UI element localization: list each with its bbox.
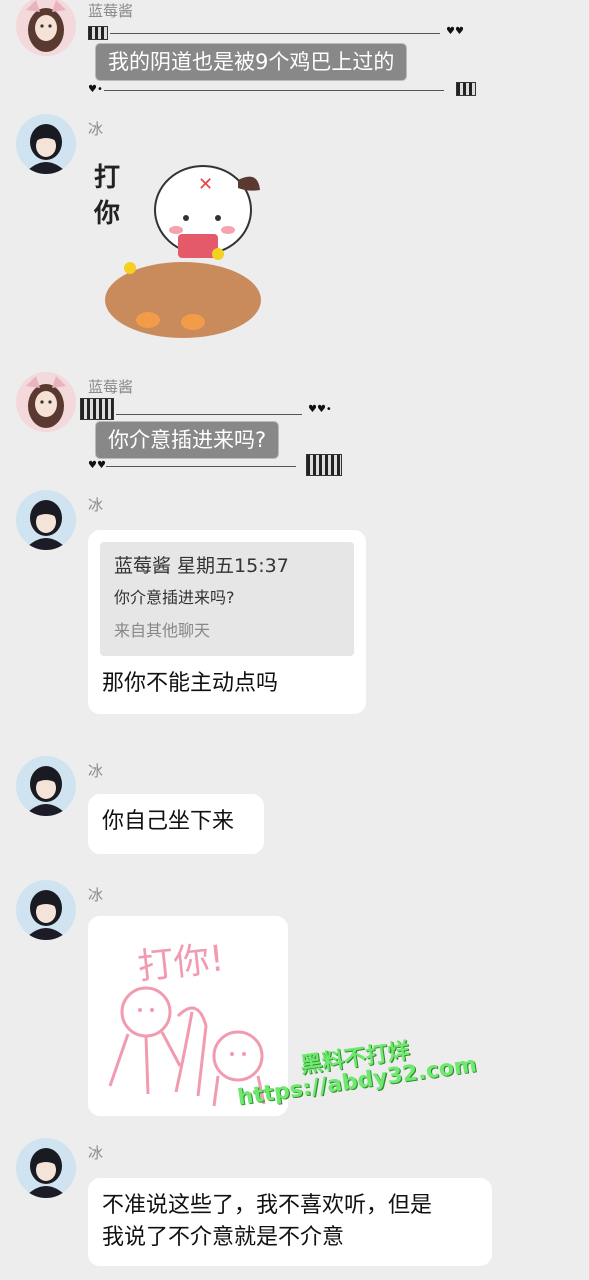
decoration-divider [106,466,296,467]
avatar[interactable] [16,0,76,56]
sender-name: 蓝莓酱 [88,2,134,20]
decoration-divider [110,33,440,34]
sticker-image[interactable]: 打 你 ✕ [88,150,278,345]
decoration-icon [80,398,114,420]
decoration-icon [456,82,476,96]
sticker-caption: 打 [94,163,120,193]
message-bubble[interactable]: 不准说这些了，我不喜欢听，但是 我说了不介意就是不介意 [88,1178,492,1266]
heart-icon: ♥♥ [446,26,464,37]
svg-text:✕: ✕ [198,174,213,195]
message-text-line: 我说了不介意就是不介意 [102,1225,345,1250]
quoted-message[interactable]: 蓝莓酱 星期五15:37 你介意插进来吗? 来自其他聊天 [100,542,354,656]
avatar[interactable] [16,490,76,550]
heart-icon: ♥♥ [88,460,106,471]
avatar[interactable] [16,1138,76,1198]
sticker-caption-text: 打你 [0,0,1,1]
sender-name: 冰 [88,120,104,138]
sticker-caption: 打你! [136,938,226,988]
quote-header: 蓝莓酱 星期五15:37 [114,555,289,577]
heart-icon: ♥• [88,84,103,95]
avatar[interactable] [16,880,76,940]
heart-icon: ♥♥• [308,404,332,415]
message-text: 那你不能主动点吗 [102,671,279,696]
sender-name: 冰 [88,1144,104,1162]
message-text-line: 不准说这些了，我不喜欢听，但是 [102,1193,433,1218]
sender-name: 冰 [88,496,104,514]
decoration-icon [306,454,342,476]
decoration-divider [104,90,444,91]
decoration-icon [88,26,108,40]
sender-name: 冰 [88,886,104,904]
message-bubble[interactable]: 蓝莓酱 星期五15:37 你介意插进来吗? 来自其他聊天 那你不能主动点吗 [88,530,366,714]
message-bubble[interactable]: 你介意插进来吗? [96,422,279,458]
svg-text:你: 你 [93,199,120,229]
avatar[interactable] [16,372,76,432]
message-bubble[interactable]: 你自己坐下来 [88,794,264,854]
avatar[interactable] [16,114,76,174]
decoration-divider [116,414,302,415]
sender-name: 冰 [88,762,104,780]
message-bubble[interactable]: 我的阴道也是被9个鸡巴上过的 [96,44,407,80]
quote-text: 你介意插进来吗? [114,588,235,607]
sender-name: 蓝莓酱 [88,378,134,396]
quote-source: 来自其他聊天 [114,621,211,640]
avatar[interactable] [16,756,76,816]
